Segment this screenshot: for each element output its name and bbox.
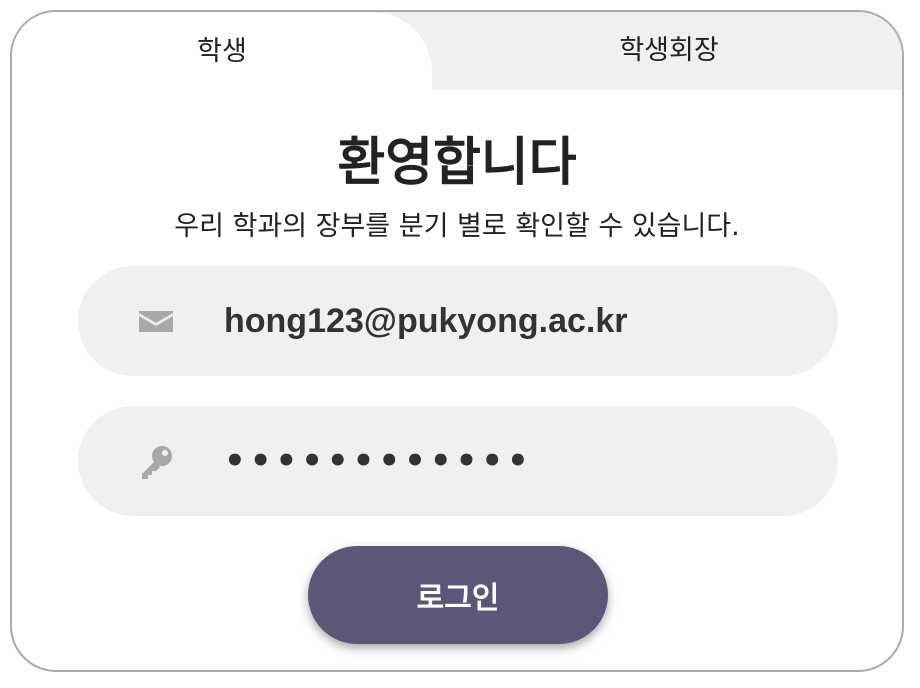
login-card: 학생 학생회장 환영합니다 우리 학과의 장부를 분기 별로 확인할 수 있습니… [10, 10, 904, 672]
key-icon [136, 442, 176, 482]
login-button[interactable]: 로그인 [308, 546, 608, 644]
password-field[interactable] [78, 406, 838, 516]
welcome-subtitle: 우리 학과의 장부를 분기 별로 확인할 수 있습니다. [174, 211, 740, 242]
email-input[interactable] [224, 286, 804, 356]
welcome-heading: 환영합니다 [337, 133, 577, 193]
password-input[interactable] [224, 426, 804, 496]
envelope-icon [136, 302, 176, 342]
tab-student-president[interactable]: 학생회장 [432, 12, 902, 90]
email-field[interactable] [78, 266, 838, 376]
role-tabs: 학생 학생회장 [12, 12, 902, 92]
tab-student-label: 학생 [197, 35, 247, 67]
tab-student[interactable]: 학생 [12, 12, 432, 92]
tab-student-president-label: 학생회장 [619, 34, 719, 66]
